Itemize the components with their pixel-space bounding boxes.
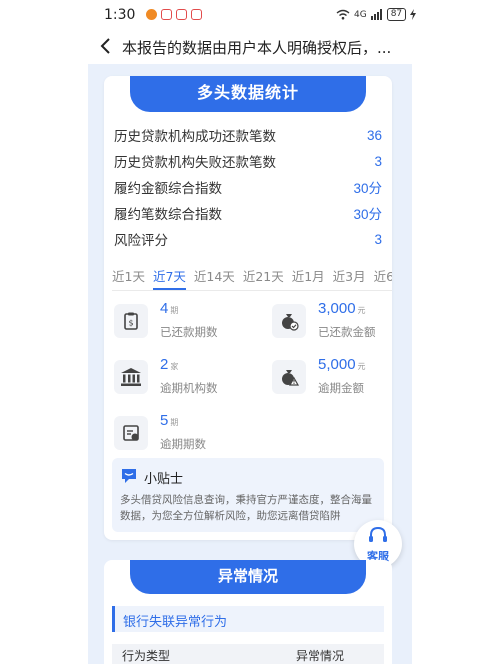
section-header: 银行失联异常行为 — [112, 606, 384, 632]
calendar-icon — [114, 416, 148, 450]
summary-value: 3,000 元 — [318, 300, 366, 317]
status-bar: 1:30 4G 87 — [0, 0, 500, 30]
stat-value: 30分 — [353, 207, 382, 222]
chat-bubble-icon — [122, 469, 136, 483]
money-bag-alert-icon — [272, 360, 306, 394]
stat-label: 历史贷款机构失败还款笔数 — [114, 155, 276, 171]
abnormal-card: 异常情况 银行失联异常行为 行为类型 异常情况 — [104, 560, 392, 664]
tab-1d[interactable]: 近1天 — [112, 264, 145, 290]
signal-text: 4G — [354, 9, 367, 20]
section-title: 银行失联异常行为 — [123, 615, 228, 630]
stat-label: 风险评分 — [114, 233, 168, 249]
summary-overdue-amount: 5,000 元 逾期金额 — [272, 356, 412, 400]
stat-label: 履约笔数综合指数 — [114, 207, 222, 223]
tab-14d[interactable]: 近14天 — [194, 264, 235, 290]
tab-3m[interactable]: 近3月 — [333, 264, 366, 290]
notification-icon — [176, 9, 187, 20]
column-header-type: 行为类型 — [122, 649, 171, 663]
stat-value: 3 — [374, 231, 382, 247]
stat-label: 履约金额综合指数 — [114, 181, 222, 197]
notification-icon — [161, 9, 172, 20]
summary-overdue-orgs: 2家 逾期机构数 — [114, 356, 254, 400]
wifi-icon — [336, 9, 350, 20]
svg-text:$: $ — [128, 319, 133, 328]
tab-7d[interactable]: 近7天 — [152, 264, 186, 290]
table-header: 行为类型 异常情况 — [112, 644, 384, 664]
status-time: 1:30 — [104, 7, 136, 23]
summary-label: 逾期期数 — [160, 437, 206, 451]
multi-stats-card: 多头数据统计 历史贷款机构成功还款笔数 36 历史贷款机构失败还款笔数 3 履约… — [104, 76, 392, 540]
summary-label: 逾期金额 — [318, 381, 364, 395]
stat-value: 30分 — [353, 181, 382, 196]
summary-value: 4期 — [160, 300, 179, 317]
tabs-divider — [112, 290, 392, 291]
app-header: 本报告的数据由用户本人明确授权后，... — [0, 30, 500, 64]
summary-value: 5,000 元 — [318, 356, 366, 373]
summary-value: 5期 — [160, 412, 179, 429]
abnormal-title: 异常情况 — [130, 560, 366, 594]
stat-row: 历史贷款机构失败还款笔数 3 — [114, 148, 382, 174]
battery-icon: 87 — [386, 8, 407, 21]
bank-icon — [114, 360, 148, 394]
stat-value: 3 — [374, 153, 382, 169]
money-bag-check-icon — [272, 304, 306, 338]
summary-value: 2家 — [160, 356, 179, 373]
tab-1m[interactable]: 近1月 — [292, 264, 325, 290]
tip-box: 小贴士 多头借贷风险信息查询，秉持官方严谨态度，整合海量数据，为您全方位解析风险… — [112, 458, 384, 532]
tip-text: 多头借贷风险信息查询，秉持官方严谨态度，整合海量数据，为您全方位解析风险，助您远… — [120, 494, 372, 522]
notification-icon — [146, 9, 157, 20]
clipboard-dollar-icon: $ — [114, 304, 148, 338]
notification-icon — [191, 9, 202, 20]
period-tabs: 近1天近7天近14天近21天近1月近3月近6月 — [112, 264, 392, 290]
summary-label: 已还款期数 — [160, 325, 218, 339]
stat-value: 36 — [366, 127, 382, 143]
back-arrow-icon[interactable] — [98, 36, 114, 56]
summary-label: 逾期机构数 — [160, 381, 218, 395]
tip-title: 小贴士 — [144, 472, 184, 487]
summary-repaid-amount: 3,000 元 已还款金额 — [272, 300, 412, 344]
summary-repaid-periods: $ 4期 已还款期数 — [114, 300, 254, 344]
tab-6m[interactable]: 近6月 — [374, 264, 392, 290]
multi-stats-title: 多头数据统计 — [130, 76, 366, 112]
stat-row: 历史贷款机构成功还款笔数 36 — [114, 122, 382, 148]
stat-row: 履约笔数综合指数 30分 — [114, 200, 382, 226]
summary-overdue-periods: 5期 逾期期数 — [114, 412, 254, 456]
summary-label: 已还款金额 — [318, 325, 376, 339]
charging-icon — [410, 9, 417, 20]
headset-icon — [369, 526, 387, 542]
notification-icons — [146, 9, 202, 20]
signal-icon — [370, 9, 382, 20]
status-indicators: 4G 87 — [336, 8, 417, 21]
stat-label: 历史贷款机构成功还款笔数 — [114, 129, 276, 145]
stat-row: 风险评分 3 — [114, 226, 382, 252]
stat-row: 履约金额综合指数 30分 — [114, 174, 382, 200]
column-header-status: 异常情况 — [296, 649, 345, 663]
tab-21d[interactable]: 近21天 — [243, 264, 284, 290]
page-title: 本报告的数据由用户本人明确授权后，... — [122, 39, 392, 57]
